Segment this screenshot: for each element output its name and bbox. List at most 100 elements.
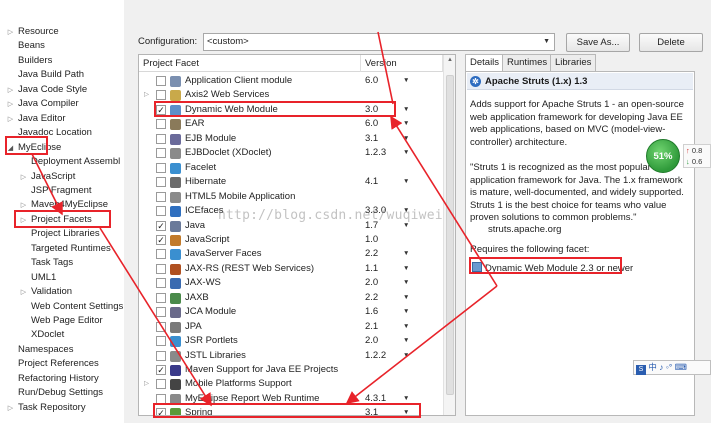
chevron-down-icon[interactable]: ▼	[403, 117, 409, 131]
collapsed-triangle-icon[interactable]: ▷	[144, 88, 152, 102]
table-row[interactable]: ✓ JavaScript 1.0	[139, 233, 443, 248]
delete-button[interactable]: Delete	[639, 33, 703, 52]
facet-version[interactable]: 6.0	[365, 117, 378, 131]
facet-checkbox[interactable]	[156, 249, 166, 260]
table-row[interactable]: JSR Portlets 2.0 ▼	[139, 334, 443, 349]
facet-checkbox[interactable]	[156, 336, 166, 347]
tab-runtimes[interactable]: Runtimes	[502, 54, 553, 71]
facet-checkbox[interactable]	[156, 90, 166, 101]
facet-checkbox[interactable]	[156, 162, 166, 173]
table-row[interactable]: HTML5 Mobile Application	[139, 190, 443, 205]
facet-checkbox[interactable]	[156, 191, 166, 202]
table-row[interactable]: JAXB 2.2 ▼	[139, 291, 443, 306]
nav-item-validation[interactable]: ▷ Validation	[19, 285, 72, 299]
chevron-down-icon[interactable]: ▼	[403, 74, 409, 88]
chevron-down-icon[interactable]: ▼	[403, 276, 409, 290]
nav-item-beans[interactable]: Beans	[6, 39, 45, 53]
tab-libraries[interactable]: Libraries	[550, 54, 597, 71]
table-row[interactable]: EJB Module 3.1 ▼	[139, 132, 443, 147]
facet-checkbox[interactable]	[156, 133, 166, 144]
tab-details[interactable]: Details	[465, 54, 505, 72]
chevron-down-icon[interactable]: ▼	[403, 103, 409, 117]
chevron-down-icon[interactable]: ▼	[403, 334, 409, 348]
facet-checkbox[interactable]	[156, 206, 166, 217]
facet-checkbox[interactable]: ✓	[156, 365, 166, 375]
table-row[interactable]: JAX-WS 2.0 ▼	[139, 276, 443, 291]
facet-checkbox[interactable]	[156, 278, 166, 289]
nav-item-javascript[interactable]: ▷ JavaScript	[19, 170, 76, 184]
nav-item-resource[interactable]: ▷ Resource	[6, 25, 59, 39]
facet-checkbox[interactable]: ✓	[156, 220, 166, 231]
scrollbar-thumb[interactable]	[446, 75, 454, 395]
table-row[interactable]: ✓ Maven Support for Java EE Projects	[139, 363, 443, 378]
facet-version[interactable]: 3.1	[365, 132, 378, 146]
nav-item-project-libraries[interactable]: Project Libraries	[19, 227, 100, 241]
table-row[interactable]: JPA 2.1 ▼	[139, 320, 443, 335]
chevron-down-icon[interactable]: ▼	[403, 320, 409, 334]
chevron-down-icon[interactable]: ▼	[403, 146, 409, 160]
nav-item-project-references[interactable]: Project References	[6, 357, 99, 371]
table-row[interactable]: ▷ Mobile Platforms Support	[139, 377, 443, 392]
nav-item-java-build-path[interactable]: Java Build Path	[6, 68, 84, 82]
nav-item-java-editor[interactable]: ▷ Java Editor	[6, 112, 66, 126]
table-row[interactable]: JavaServer Faces 2.2 ▼	[139, 247, 443, 262]
collapsed-triangle-icon[interactable]: ▷	[6, 113, 15, 127]
collapsed-triangle-icon[interactable]: ▷	[144, 377, 152, 391]
nav-item-java-compiler[interactable]: ▷ Java Compiler	[6, 97, 79, 111]
ime-toolbar[interactable]: S 中 ♪ ◦° ⌨	[633, 360, 711, 375]
nav-item-web-content-settings[interactable]: Web Content Settings	[19, 300, 123, 314]
table-row[interactable]: JAX-RS (REST Web Services) 1.1 ▼	[139, 262, 443, 277]
facet-version[interactable]: 2.1	[365, 320, 378, 334]
table-row[interactable]: EAR 6.0 ▼	[139, 117, 443, 132]
facet-version[interactable]: 2.2	[365, 247, 378, 261]
facet-checkbox[interactable]	[156, 76, 166, 86]
table-row[interactable]: JSTL Libraries 1.2.2 ▼	[139, 349, 443, 364]
facet-version[interactable]: 6.0	[365, 74, 378, 88]
nav-item-web-page-editor[interactable]: Web Page Editor	[19, 314, 103, 328]
facet-checkbox[interactable]	[156, 263, 166, 274]
table-row[interactable]: Application Client module 6.0 ▼	[139, 74, 443, 89]
save-as-button[interactable]: Save As...	[566, 33, 630, 52]
nav-item-jsp-fragment[interactable]: JSP Fragment	[19, 184, 92, 198]
facet-checkbox[interactable]	[156, 177, 166, 188]
chevron-down-icon[interactable]: ▼	[403, 175, 409, 189]
collapsed-triangle-icon[interactable]: ▷	[6, 98, 15, 112]
chevron-down-icon[interactable]: ▼	[403, 349, 409, 363]
table-row[interactable]: Facelet	[139, 161, 443, 176]
chevron-down-icon[interactable]: ▼	[403, 247, 409, 261]
table-scrollbar[interactable]: ▲	[443, 55, 455, 415]
scroll-up-icon[interactable]: ▲	[447, 57, 453, 63]
chevron-down-icon[interactable]: ▼	[403, 132, 409, 146]
facet-checkbox[interactable]	[156, 379, 166, 390]
nav-item-namespaces[interactable]: Namespaces	[6, 343, 73, 357]
nav-item-builders[interactable]: Builders	[6, 54, 52, 68]
facet-version[interactable]: 1.2.3	[365, 146, 386, 160]
facet-checkbox[interactable]	[156, 307, 166, 318]
facet-checkbox[interactable]	[156, 119, 166, 130]
collapsed-triangle-icon[interactable]: ▷	[6, 402, 15, 416]
table-row[interactable]: Hibernate 4.1 ▼	[139, 175, 443, 190]
nav-item-task-tags[interactable]: Task Tags	[19, 256, 73, 270]
facet-version[interactable]: 1.2.2	[365, 349, 386, 363]
nav-item-deployment-assembl[interactable]: Deployment Assembl	[19, 155, 120, 169]
column-header-project-facet[interactable]: Project Facet	[139, 55, 361, 72]
facet-checkbox[interactable]	[156, 321, 166, 332]
facet-version[interactable]: 1.1	[365, 262, 378, 276]
facet-checkbox[interactable]	[156, 148, 166, 159]
table-row[interactable]: JCA Module 1.6 ▼	[139, 305, 443, 320]
facet-checkbox[interactable]: ✓	[156, 234, 166, 245]
nav-item-targeted-runtimes[interactable]: Targeted Runtimes	[19, 242, 111, 256]
facet-version[interactable]: 2.0	[365, 334, 378, 348]
column-header-version[interactable]: Version	[361, 55, 443, 72]
nav-item-xdoclet[interactable]: XDoclet	[19, 328, 64, 342]
chevron-down-icon[interactable]: ▼	[403, 262, 409, 276]
nav-item-task-repository[interactable]: ▷ Task Repository	[6, 401, 86, 415]
facet-checkbox[interactable]	[156, 292, 166, 303]
facet-version[interactable]: 1.6	[365, 305, 378, 319]
nav-item-refactoring-history[interactable]: Refactoring History	[6, 372, 99, 386]
network-speed-widget[interactable]: 51% ↑ 0.8 ↓ 0.6	[646, 139, 711, 175]
nav-item-run-debug-settings[interactable]: Run/Debug Settings	[6, 386, 103, 400]
facet-checkbox[interactable]	[156, 350, 166, 361]
nav-item-uml1[interactable]: UML1	[19, 271, 56, 285]
chevron-down-icon[interactable]: ▼	[403, 305, 409, 319]
